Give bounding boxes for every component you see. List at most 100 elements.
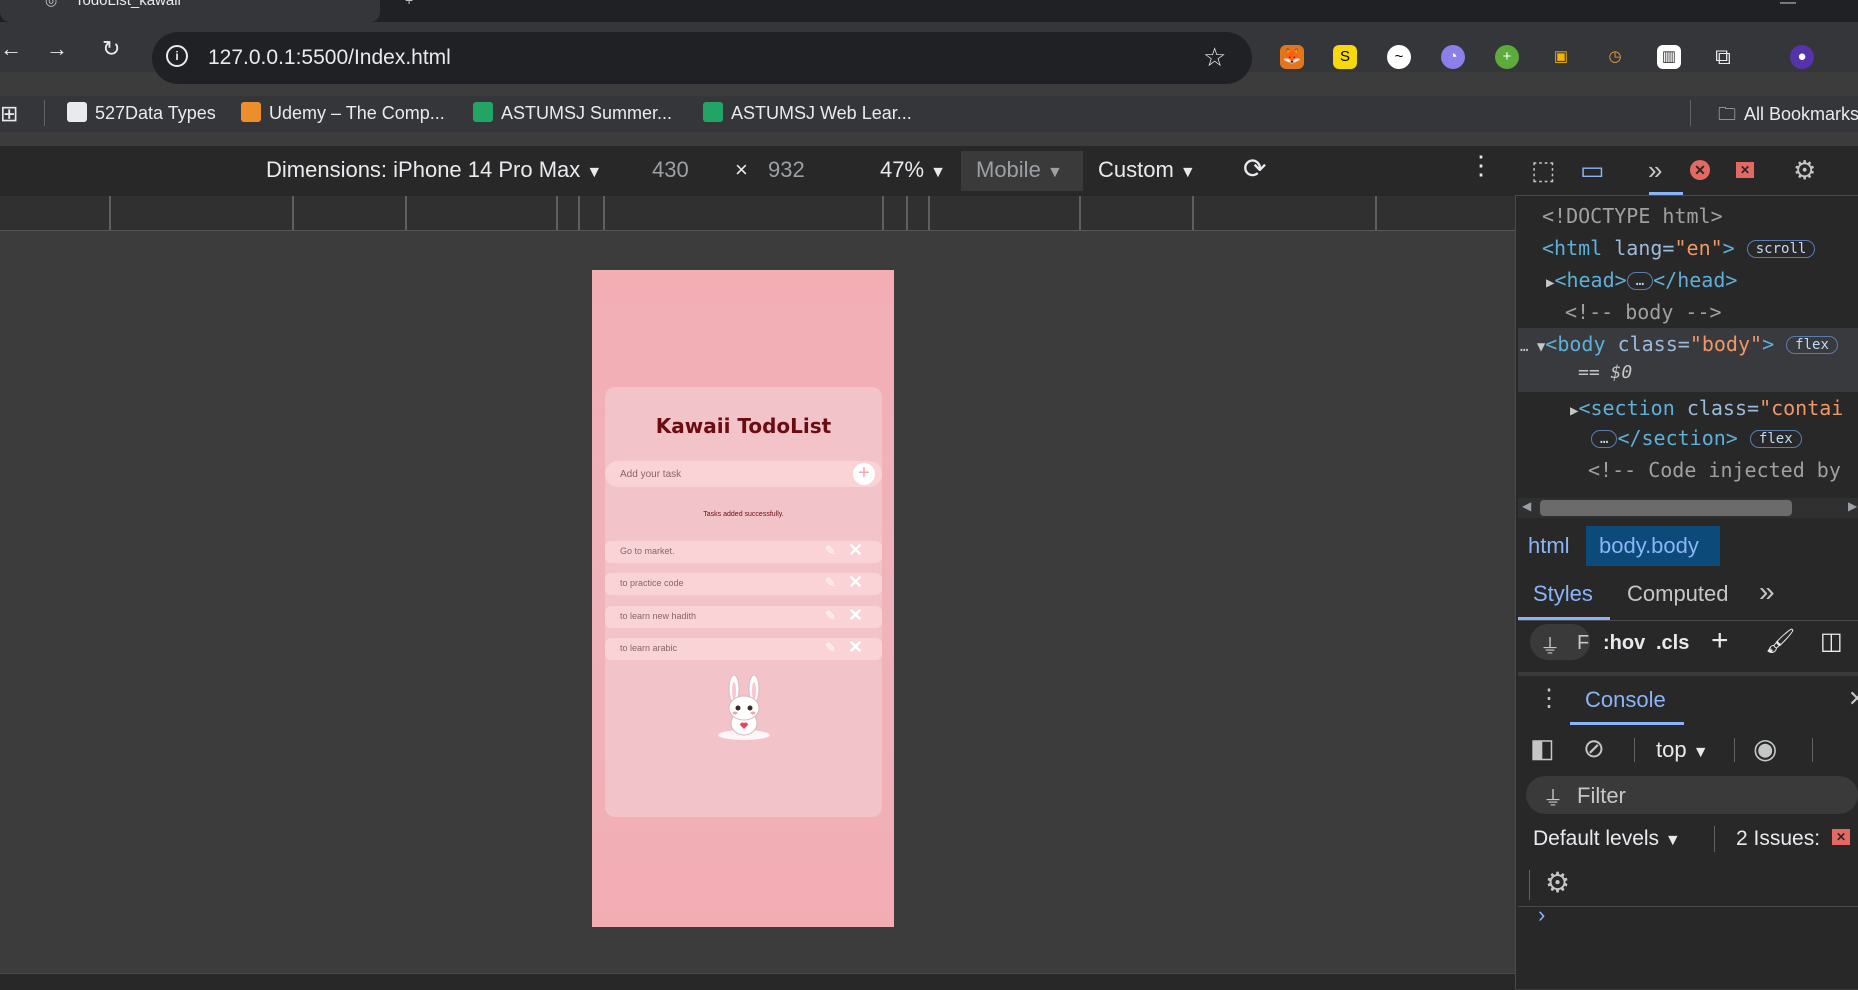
delete-icon[interactable]: ✕ bbox=[848, 572, 863, 593]
sidebar-toggle-icon[interactable]: ◫ bbox=[1820, 627, 1843, 656]
edit-icon[interactable]: ✎ bbox=[825, 575, 836, 591]
drawer-menu-icon[interactable]: ⋮ bbox=[1537, 684, 1561, 713]
ruler-tick bbox=[1192, 196, 1194, 230]
add-task-button[interactable]: + bbox=[853, 463, 875, 485]
bookmark-data-types[interactable]: 527Data Types bbox=[67, 102, 216, 124]
extension-plus-icon[interactable]: + bbox=[1495, 45, 1519, 69]
tab-styles[interactable]: Styles bbox=[1533, 581, 1593, 607]
issues-icon[interactable]: ✕ bbox=[1736, 162, 1754, 178]
more-options-icon[interactable]: ⋮ bbox=[1468, 150, 1494, 181]
url-text[interactable]: 127.0.0.1:5500/Index.html bbox=[208, 46, 451, 70]
comment-text: <!-- Code injected by bbox=[1588, 458, 1841, 482]
new-tab-icon[interactable]: + bbox=[405, 0, 413, 8]
extension-chart-icon[interactable]: ▥ bbox=[1657, 45, 1681, 69]
device-toggle-icon[interactable]: ▭ bbox=[1580, 155, 1605, 186]
toolbar-divider bbox=[1634, 738, 1635, 762]
throttle-label: Custom bbox=[1098, 157, 1174, 182]
flex-badge[interactable]: flex bbox=[1786, 336, 1838, 354]
more-tabs-icon[interactable]: » bbox=[1648, 155, 1662, 186]
expand-triangle-icon[interactable]: … ▼ bbox=[1520, 339, 1545, 355]
section-close-node[interactable]: … </section> flex bbox=[1591, 426, 1802, 450]
body-comment-node[interactable]: <!-- body --> bbox=[1565, 300, 1722, 324]
ruler-tick bbox=[556, 196, 558, 230]
edit-icon[interactable]: ✎ bbox=[825, 608, 836, 624]
tab-computed[interactable]: Computed bbox=[1627, 581, 1729, 607]
doctype-node[interactable]: <!DOCTYPE html> bbox=[1542, 204, 1723, 228]
new-rule-icon[interactable]: + bbox=[1711, 624, 1729, 658]
body-node[interactable]: … ▼<body class="body"> flex bbox=[1520, 332, 1838, 356]
task-input[interactable] bbox=[605, 461, 882, 487]
console-prompt[interactable]: › bbox=[1538, 902, 1545, 928]
height-input[interactable]: 932 bbox=[768, 157, 805, 183]
scroll-left-icon[interactable]: ◀ bbox=[1522, 499, 1531, 513]
zoom-dropdown[interactable]: 47% ▼ bbox=[880, 157, 946, 183]
bookmark-astumsj-web[interactable]: ASTUMSJ Web Lear... bbox=[703, 102, 912, 124]
delete-icon[interactable]: ✕ bbox=[848, 637, 863, 658]
html-node[interactable]: <html lang="en"> scroll bbox=[1542, 236, 1816, 260]
chart-bookmark-icon bbox=[67, 102, 87, 122]
issues-counter[interactable]: 2 Issues: bbox=[1736, 827, 1820, 851]
site-info-icon[interactable]: i bbox=[166, 45, 188, 67]
ruler-tick bbox=[1375, 196, 1377, 230]
task-label: to practice code bbox=[620, 578, 684, 588]
clear-console-icon[interactable]: ⊘ bbox=[1583, 733, 1605, 764]
profile-avatar-icon[interactable]: ● bbox=[1790, 45, 1814, 69]
scroll-badge[interactable]: scroll bbox=[1746, 240, 1816, 258]
edit-icon[interactable]: ✎ bbox=[825, 640, 836, 656]
breadcrumb-html[interactable]: html bbox=[1528, 533, 1570, 559]
console-settings-gear-icon[interactable]: ⚙ bbox=[1545, 866, 1570, 899]
section-node[interactable]: ▶<section class="contai bbox=[1570, 396, 1843, 420]
tab-console[interactable]: Console bbox=[1585, 687, 1666, 713]
delete-icon[interactable]: ✕ bbox=[848, 605, 863, 626]
cls-button[interactable]: .cls bbox=[1656, 632, 1689, 655]
settings-gear-icon[interactable]: ⚙ bbox=[1793, 155, 1816, 186]
inspect-icon[interactable]: ⬚ bbox=[1531, 155, 1556, 186]
task-item: to practice code ✎ ✕ bbox=[605, 572, 882, 595]
head-node[interactable]: ▶<head>… </head> bbox=[1546, 268, 1737, 292]
scroll-thumb[interactable] bbox=[1540, 500, 1792, 516]
injected-comment-node[interactable]: <!-- Code injected by bbox=[1588, 458, 1841, 482]
bookmark-star-icon[interactable]: ☆ bbox=[1203, 42, 1226, 73]
more-panels-icon[interactable]: » bbox=[1759, 576, 1775, 608]
back-icon[interactable]: ← bbox=[0, 36, 22, 62]
issues-icon[interactable]: ✕ bbox=[1832, 829, 1850, 845]
flex-badge[interactable]: flex bbox=[1749, 430, 1802, 448]
context-dropdown[interactable]: top ▼ bbox=[1656, 737, 1709, 763]
bookmark-astumsj-summer[interactable]: ASTUMSJ Summer... bbox=[473, 102, 672, 124]
ellipsis-badge[interactable]: … bbox=[1591, 430, 1618, 448]
throttle-dropdown[interactable]: Custom ▼ bbox=[1098, 157, 1196, 183]
extension-ghost-icon[interactable]: ◔ bbox=[1441, 45, 1465, 69]
all-bookmarks[interactable]: 🗀 All Bookmarks bbox=[1718, 102, 1858, 132]
log-levels-dropdown[interactable]: Default levels ▼ bbox=[1533, 827, 1681, 851]
attr-value: "en" bbox=[1674, 236, 1723, 260]
device-dimensions-dropdown[interactable]: Dimensions: iPhone 14 Pro Max ▼ bbox=[266, 157, 602, 183]
extension-lock-icon[interactable]: ▣ bbox=[1549, 45, 1573, 69]
close-drawer-icon[interactable]: ✕ bbox=[1848, 686, 1858, 712]
extension-timer-icon[interactable]: ◷ bbox=[1603, 45, 1627, 69]
width-input[interactable]: 430 bbox=[652, 157, 689, 183]
console-filter-input[interactable] bbox=[1526, 776, 1858, 814]
hov-button[interactable]: :hov bbox=[1603, 632, 1645, 655]
ellipsis-badge[interactable]: … bbox=[1626, 272, 1654, 290]
metamask-icon[interactable]: 🦊 bbox=[1280, 45, 1304, 69]
zoom-label: 47% bbox=[880, 157, 925, 182]
extensions-puzzle-icon[interactable]: ⧉ bbox=[1711, 45, 1735, 69]
scroll-right-icon[interactable]: ▶ bbox=[1848, 499, 1857, 513]
console-sidebar-icon[interactable]: ◧ bbox=[1530, 733, 1555, 764]
minimize-icon[interactable]: — bbox=[1780, 0, 1796, 12]
delete-icon[interactable]: ✕ bbox=[848, 540, 863, 561]
mobile-dropdown[interactable]: Mobile ▼ bbox=[976, 157, 1063, 183]
toolbar-divider bbox=[1812, 738, 1813, 762]
reload-icon[interactable]: ↻ bbox=[102, 36, 120, 62]
errors-icon[interactable]: ✕ bbox=[1690, 160, 1710, 180]
rotate-icon[interactable]: ⟳ bbox=[1243, 152, 1266, 185]
paint-brush-icon[interactable]: 🖌 bbox=[1765, 627, 1795, 656]
bookmark-udemy[interactable]: Udemy – The Comp... bbox=[241, 102, 445, 124]
live-expression-eye-icon[interactable]: ◉ bbox=[1753, 732, 1777, 765]
extension-s-icon[interactable]: S bbox=[1333, 45, 1357, 69]
edit-icon[interactable]: ✎ bbox=[825, 543, 836, 559]
breadcrumb-body[interactable]: body.body bbox=[1599, 533, 1699, 559]
extension-wave-icon[interactable]: ~ bbox=[1387, 45, 1411, 69]
forward-icon[interactable]: → bbox=[46, 36, 68, 62]
apps-grid-icon[interactable]: ⊞ bbox=[0, 101, 18, 127]
